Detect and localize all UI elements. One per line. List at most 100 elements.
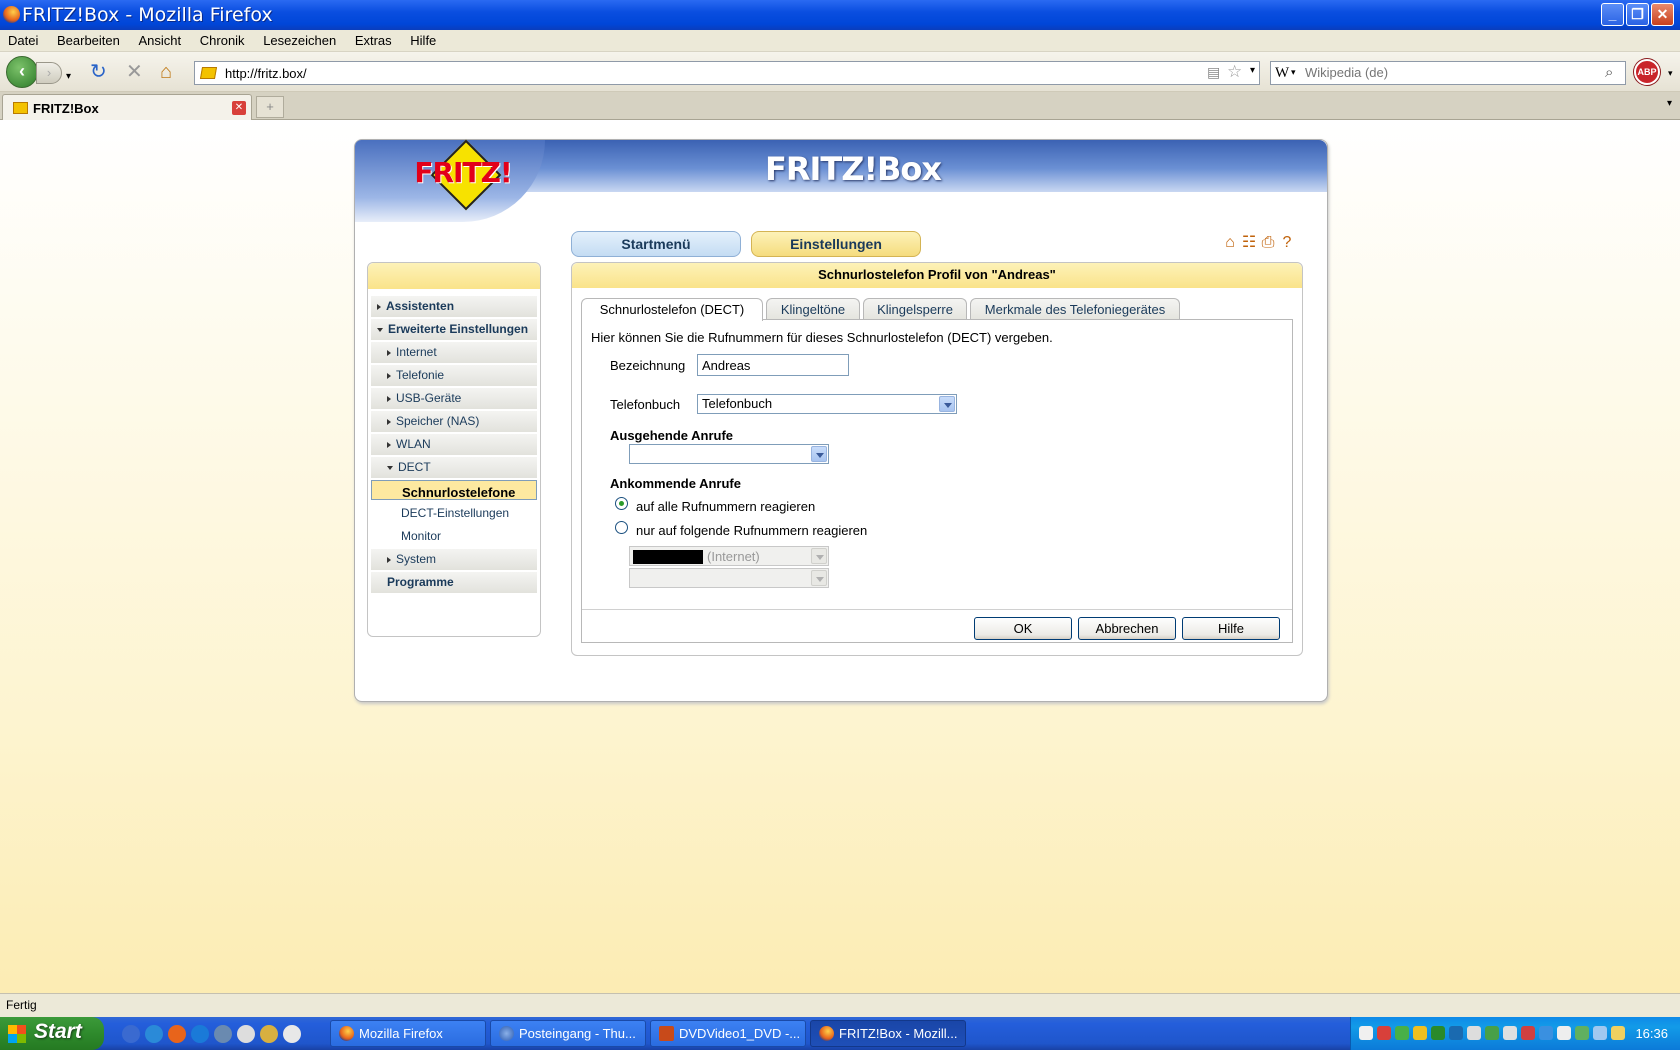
quicklaunch-tool-icon[interactable] — [260, 1025, 278, 1043]
tray-icon-8[interactable] — [1485, 1026, 1499, 1040]
stop-icon[interactable]: ✕ — [126, 61, 143, 83]
tray-icon-15[interactable] — [1611, 1026, 1625, 1040]
sidebar-item-programme[interactable]: Programme — [371, 572, 537, 594]
tab-klingeltoene[interactable]: Klingeltöne — [766, 298, 860, 320]
help-icon[interactable]: ? — [1278, 234, 1296, 252]
tray-icon-12[interactable] — [1557, 1026, 1571, 1040]
sidebar-item-usb-geraete[interactable]: USB-Geräte — [371, 388, 537, 410]
url-bar[interactable]: http://fritz.box/ ▤ ☆ ▾ — [194, 61, 1260, 85]
engine-dropdown-icon[interactable]: ▾ — [1291, 67, 1296, 78]
search-bar[interactable]: W ▾ ⌕ — [1270, 61, 1626, 85]
start-button[interactable]: Start — [0, 1017, 104, 1050]
task-dvdvideo[interactable]: DVDVideo1_DVD -... — [650, 1020, 806, 1047]
restore-button[interactable]: ❐ — [1626, 3, 1649, 26]
sidebar-item-dect[interactable]: DECT — [371, 457, 537, 479]
fritz-logo[interactable]: FRITZ! — [413, 139, 513, 211]
tab-close-icon[interactable]: ✕ — [232, 101, 246, 115]
startmenu-button[interactable]: Startmenü — [571, 231, 741, 257]
sidebar-item-schnurlostelefone[interactable]: Schnurlostelefone — [371, 480, 537, 500]
sidebar-item-monitor[interactable]: Monitor — [371, 526, 537, 548]
tab-merkmale[interactable]: Merkmale des Telefoniegerätes — [970, 298, 1180, 320]
sidebar-item-dect-einstellungen[interactable]: DECT-Einstellungen — [371, 503, 537, 525]
quicklaunch-media-icon[interactable] — [237, 1025, 255, 1043]
search-icon[interactable]: ⌕ — [1605, 64, 1613, 81]
quicklaunch-firefox-icon[interactable] — [168, 1025, 186, 1043]
minimize-button[interactable]: _ — [1601, 3, 1624, 26]
print-icon[interactable]: ⎙ — [1259, 234, 1277, 252]
firefox-icon — [339, 1026, 354, 1041]
sidebar-item-assistenten[interactable]: Assistenten — [371, 296, 537, 318]
sitemap-icon[interactable]: ☷ — [1240, 234, 1258, 252]
tray-icon-13[interactable] — [1575, 1026, 1589, 1040]
task-fritzbox[interactable]: FRITZ!Box - Mozill... — [810, 1020, 966, 1047]
navigation-toolbar: ‹ › ▾ ↻ ✕ ⌂ http://fritz.box/ ▤ ☆ ▾ W ▾ … — [0, 52, 1680, 92]
reload-icon[interactable]: ↻ — [90, 61, 107, 83]
tray-icon-11[interactable] — [1539, 1026, 1553, 1040]
menu-chronik[interactable]: Chronik — [200, 30, 245, 48]
sidebar-item-wlan[interactable]: WLAN — [371, 434, 537, 456]
forward-button[interactable]: › — [36, 62, 62, 84]
search-input[interactable] — [1305, 65, 1605, 80]
tab-schnurlostelefon-dect[interactable]: Schnurlostelefon (DECT) — [581, 298, 763, 321]
sidebar-item-internet[interactable]: Internet — [371, 342, 537, 364]
telefonbuch-select[interactable]: Telefonbuch — [697, 394, 957, 414]
home-icon[interactable]: ⌂ — [1221, 234, 1239, 252]
menu-ansicht[interactable]: Ansicht — [139, 30, 182, 48]
abp-dropdown-icon[interactable]: ▾ — [1668, 68, 1673, 79]
bookmark-star-icon[interactable]: ☆ — [1227, 62, 1242, 82]
wikipedia-icon[interactable]: W — [1275, 65, 1289, 82]
tray-icon-9[interactable] — [1503, 1026, 1517, 1040]
radio-all-label: auf alle Rufnummern reagieren — [636, 499, 816, 514]
tray-icon-4[interactable] — [1413, 1026, 1427, 1040]
bezeichnung-input[interactable]: Andreas — [697, 354, 849, 376]
number1-select[interactable]: (Internet) — [629, 546, 829, 566]
tab-bar: FRITZ!Box ✕ + ▾ — [0, 92, 1680, 120]
tray-icon-5[interactable] — [1431, 1026, 1445, 1040]
quicklaunch-ie-icon[interactable] — [191, 1025, 209, 1043]
tab-fritzbox[interactable]: FRITZ!Box ✕ — [2, 94, 252, 120]
menu-bearbeiten[interactable]: Bearbeiten — [57, 30, 120, 48]
fritz-favicon-icon — [13, 102, 28, 114]
einstellungen-button[interactable]: Einstellungen — [751, 231, 921, 257]
menu-hilfe[interactable]: Hilfe — [410, 30, 436, 48]
number2-select[interactable] — [629, 568, 829, 588]
close-button[interactable]: ✕ — [1651, 3, 1674, 26]
tray-icon-14[interactable] — [1593, 1026, 1607, 1040]
rss-icon[interactable]: ▤ — [1207, 64, 1220, 81]
ausgehende-anrufe-select[interactable] — [629, 444, 829, 464]
page-content: FRITZ! FRITZ!Box Startmenü Einstellungen… — [0, 121, 1680, 993]
tray-icon-3[interactable] — [1395, 1026, 1409, 1040]
tray-icon-1[interactable] — [1359, 1026, 1373, 1040]
tray-icon-10[interactable] — [1521, 1026, 1535, 1040]
task-mozilla-firefox[interactable]: Mozilla Firefox — [330, 1020, 486, 1047]
quicklaunch-app-icon[interactable] — [214, 1025, 232, 1043]
new-tab-button[interactable]: + — [256, 96, 284, 118]
menu-lesezeichen[interactable]: Lesezeichen — [263, 30, 336, 48]
tray-icon-6[interactable] — [1449, 1026, 1463, 1040]
tab-list-icon[interactable]: ▾ — [1667, 98, 1672, 109]
sidebar-item-telefonie[interactable]: Telefonie — [371, 365, 537, 387]
radio-all-numbers[interactable] — [615, 497, 628, 510]
url-dropdown-icon[interactable]: ▾ — [1250, 65, 1255, 76]
quicklaunch-thunderbird-icon[interactable] — [122, 1025, 140, 1043]
sidebar-item-system[interactable]: System — [371, 549, 537, 571]
task-posteingang[interactable]: Posteingang - Thu... — [490, 1020, 646, 1047]
tab-klingelsperre[interactable]: Klingelsperre — [863, 298, 967, 320]
history-dropdown-icon[interactable]: ▾ — [66, 66, 71, 88]
hilfe-button[interactable]: Hilfe — [1182, 617, 1280, 640]
menu-datei[interactable]: Datei — [8, 30, 38, 48]
adblock-plus-icon[interactable]: ABP — [1634, 59, 1660, 85]
dropdown-arrow-icon — [939, 396, 955, 412]
sidebar-item-speicher-nas[interactable]: Speicher (NAS) — [371, 411, 537, 433]
sidebar-item-erweiterte-einstellungen[interactable]: Erweiterte Einstellungen — [371, 319, 537, 341]
abbrechen-button[interactable]: Abbrechen — [1078, 617, 1176, 640]
quicklaunch-browser-icon[interactable] — [145, 1025, 163, 1043]
radio-some-numbers[interactable] — [615, 521, 628, 534]
tray-icon-7[interactable] — [1467, 1026, 1481, 1040]
quicklaunch-doc-icon[interactable] — [283, 1025, 301, 1043]
ok-button[interactable]: OK — [974, 617, 1072, 640]
back-button[interactable]: ‹ — [6, 56, 38, 88]
home-icon[interactable]: ⌂ — [160, 61, 172, 83]
tray-icon-2[interactable] — [1377, 1026, 1391, 1040]
menu-extras[interactable]: Extras — [355, 30, 392, 48]
